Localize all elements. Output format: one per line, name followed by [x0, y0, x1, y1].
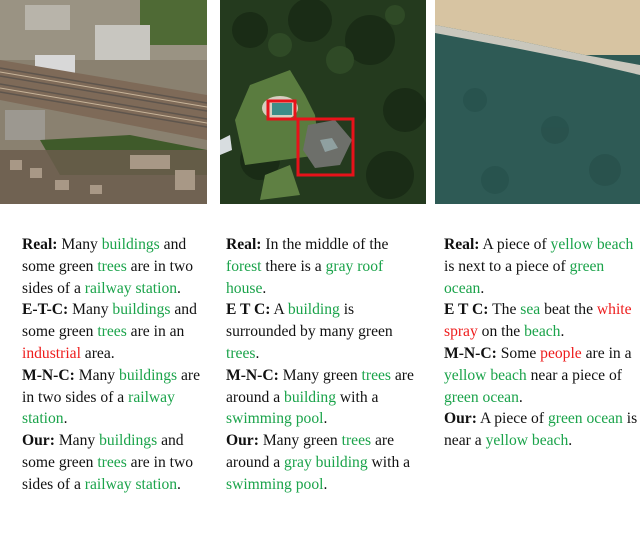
- caption-text: Many: [57, 236, 102, 253]
- caption-text: Some: [496, 344, 541, 362]
- caption-text: .: [262, 279, 267, 297]
- caption-text: there is a: [261, 257, 326, 275]
- beach-ocean-illustration: [435, 0, 640, 204]
- caption-column-railway: Real: Many buildings and some green tree…: [22, 234, 212, 496]
- caption-entry: M-N-C: Many green trees are around a bui…: [226, 365, 426, 430]
- caption-text: .: [518, 388, 523, 406]
- caption-text: .: [255, 344, 260, 362]
- aerial-image-beach-ocean: [435, 0, 640, 204]
- caption-entry: E T C: The sea beat the white spray on t…: [444, 299, 640, 343]
- aerial-image-forest-house: [220, 0, 426, 204]
- caption-text: .: [177, 475, 181, 493]
- caption-text: The: [488, 301, 521, 319]
- caption-method-label: Our:: [444, 410, 477, 428]
- correct-word: sea: [520, 301, 541, 319]
- caption-text: .: [568, 432, 573, 450]
- caption-method-label: Our:: [22, 432, 55, 450]
- caption-text: with a: [367, 453, 411, 471]
- correct-word: swimming pool: [226, 410, 324, 428]
- correct-word: building: [287, 301, 340, 319]
- caption-entry: Our: A piece of green ocean is near a ye…: [444, 408, 640, 452]
- caption-text: are in an: [126, 323, 185, 341]
- caption-method-label: E-T-C:: [22, 301, 69, 319]
- correct-word: trees: [341, 432, 372, 450]
- caption-entry: Our: Many buildings and some green trees…: [22, 430, 212, 495]
- caption-text: .: [63, 410, 68, 428]
- caption-text: In the middle of the: [261, 236, 389, 253]
- correct-word: green ocean: [547, 410, 623, 428]
- correct-word: swimming pool: [226, 475, 324, 493]
- caption-text: Many: [74, 366, 120, 384]
- caption-method-label: M-N-C:: [444, 344, 497, 362]
- caption-text: .: [323, 475, 328, 493]
- correct-word: trees: [97, 323, 127, 341]
- caption-entry: M-N-C: Many buildings are in two sides o…: [22, 365, 212, 430]
- caption-entry: Real: A piece of yellow beach is next to…: [444, 234, 640, 299]
- correct-word: forest: [226, 257, 262, 275]
- correct-word: yellow beach: [550, 236, 634, 253]
- caption-entry: Real: In the middle of the forest there …: [226, 234, 426, 299]
- caption-entry: Our: Many green trees are around a gray …: [226, 430, 426, 495]
- caption-entry: Real: Many buildings and some green tree…: [22, 234, 212, 299]
- correct-word: railway station: [84, 475, 178, 493]
- correct-word: yellow beach: [485, 432, 569, 450]
- caption-text: A piece of: [479, 236, 551, 253]
- caption-method-label: E T C:: [226, 301, 271, 319]
- caption-text: A piece of: [476, 410, 548, 428]
- railway-station-illustration: [0, 0, 207, 204]
- caption-text: Many: [68, 301, 113, 319]
- correct-word: buildings: [112, 301, 171, 319]
- wrong-word: people: [540, 344, 582, 362]
- caption-text: .: [480, 279, 485, 297]
- caption-text: beat the: [540, 301, 597, 319]
- correct-word: railway station: [84, 279, 178, 297]
- correct-word: yellow beach: [444, 366, 527, 384]
- correct-word: trees: [226, 344, 256, 362]
- caption-text: .: [177, 279, 181, 297]
- caption-text: on the: [477, 323, 525, 341]
- caption-method-label: M-N-C:: [22, 366, 75, 384]
- correct-word: trees: [361, 366, 391, 384]
- caption-method-label: M-N-C:: [226, 366, 279, 384]
- aerial-image-railway-station: [0, 0, 207, 204]
- correct-word: green ocean: [444, 388, 519, 406]
- correct-word: buildings: [99, 432, 158, 450]
- caption-text: Many: [54, 432, 100, 450]
- correct-word: buildings: [119, 366, 178, 384]
- caption-text: are in a: [581, 344, 632, 362]
- caption-entry: E T C: A building is surrounded by many …: [226, 299, 426, 364]
- caption-method-label: Real:: [444, 236, 480, 253]
- caption-entry: M-N-C: Some people are in a yellow beach…: [444, 343, 640, 408]
- caption-text: is next to a piece of: [444, 257, 570, 275]
- caption-text: area.: [80, 344, 115, 362]
- caption-column-beach: Real: A piece of yellow beach is next to…: [444, 234, 640, 452]
- correct-word: building: [284, 388, 337, 406]
- correct-word: buildings: [101, 236, 160, 253]
- caption-text: A: [270, 301, 288, 319]
- correct-word: gray building: [284, 453, 368, 471]
- caption-method-label: Real:: [22, 236, 58, 253]
- caption-text: Many green: [278, 366, 362, 384]
- caption-method-label: E T C:: [444, 301, 489, 319]
- caption-entry: E-T-C: Many buildings and some green tre…: [22, 299, 212, 364]
- correct-word: beach: [524, 323, 561, 341]
- caption-text: near a piece of: [526, 366, 622, 384]
- caption-method-label: Our:: [226, 432, 259, 450]
- correct-word: trees: [97, 453, 127, 471]
- correct-word: trees: [97, 257, 127, 275]
- caption-text: Many green: [258, 432, 342, 450]
- caption-text: with a: [336, 388, 379, 406]
- caption-method-label: Real:: [226, 236, 262, 253]
- forest-house-illustration: [220, 0, 426, 204]
- caption-column-forest-house: Real: In the middle of the forest there …: [226, 234, 426, 496]
- wrong-word: industrial: [22, 344, 81, 362]
- caption-text: .: [323, 410, 328, 428]
- caption-text: .: [560, 323, 565, 341]
